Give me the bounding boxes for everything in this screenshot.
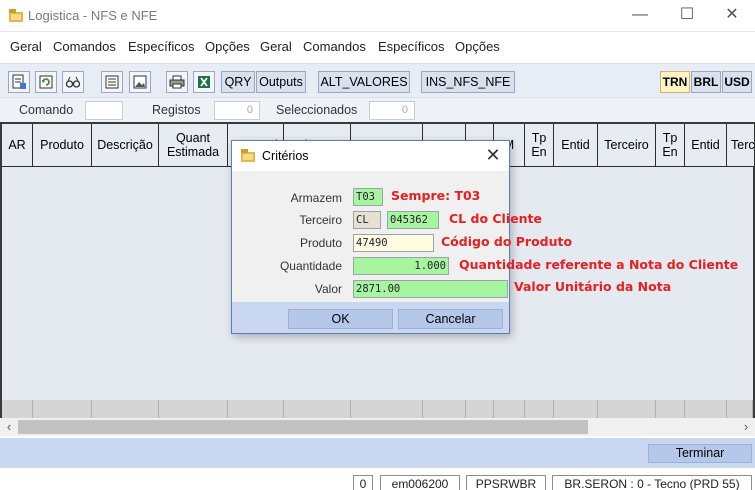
terminar-button[interactable]: Terminar: [648, 444, 752, 463]
dialog-title: Critérios: [262, 149, 309, 163]
menu-geral-2[interactable]: Geral: [260, 39, 292, 54]
annotation-quantidade: Quantidade referente a Nota do Cliente: [459, 257, 739, 272]
col-terceiro-2[interactable]: Terce: [727, 124, 755, 167]
col-terceiro[interactable]: Terceiro: [598, 124, 656, 167]
report-icon[interactable]: [101, 71, 123, 93]
footer-cell: [92, 400, 159, 420]
col-tp-en-2[interactable]: Tp En: [656, 124, 685, 167]
toolbar: QRY Outputs ALT_VALORES INS_NFS_NFE TRN …: [0, 63, 755, 98]
armazem-input[interactable]: T03: [353, 188, 383, 206]
footer-cell: [2, 400, 33, 420]
col-produto[interactable]: Produto: [33, 124, 92, 167]
footer-cell: [284, 400, 351, 420]
dialog-app-icon: [241, 149, 255, 162]
col-quant-estimada[interactable]: Quant Estimada: [159, 124, 228, 167]
comando-label: Comando: [19, 103, 74, 117]
image-icon[interactable]: [129, 71, 151, 93]
footer-cell: [228, 400, 284, 420]
status-bar: 0 em006200 PPSRWBR BR.SERON : 0 - Tecno …: [0, 468, 755, 490]
status-environment: PPSRWBR: [466, 475, 546, 490]
menu-opcoes[interactable]: Opções: [205, 39, 250, 54]
dialog-close-icon[interactable]: ✕: [481, 144, 505, 168]
footer-cell: [466, 400, 494, 420]
footer-cell: [423, 400, 466, 420]
menu-comandos-2[interactable]: Comandos: [303, 39, 366, 54]
quantidade-label: Quantidade: [279, 259, 342, 273]
footer-cell: [525, 400, 554, 420]
seleccionados-value: 0: [369, 101, 415, 120]
alt-valores-button[interactable]: ALT_VALORES: [318, 71, 410, 93]
menu-opcoes-2[interactable]: Opções: [455, 39, 500, 54]
annotation-armazem: Sempre: T03: [391, 188, 481, 203]
footer-cell: [656, 400, 685, 420]
footer-cell: [727, 400, 753, 420]
status-company: BR.SERON : 0 - Tecno (PRD 55): [552, 475, 752, 490]
cancelar-button[interactable]: Cancelar: [398, 309, 503, 329]
footer-cell: [33, 400, 92, 420]
terceiro-input[interactable]: 045362: [387, 211, 439, 229]
col-tp-en[interactable]: Tp En: [525, 124, 554, 167]
scroll-thumb[interactable]: [18, 420, 588, 434]
annotation-terceiro: CL do Cliente: [449, 211, 542, 226]
menu-bar: Geral Comandos Específicos Opções Geral …: [0, 32, 755, 61]
footer-cell: [494, 400, 525, 420]
valor-input[interactable]: 2871.00: [353, 280, 508, 298]
terceiro-label: Terceiro: [299, 213, 342, 227]
maximize-button[interactable]: ☐: [664, 0, 710, 32]
footer-cell: [351, 400, 423, 420]
print-icon[interactable]: [166, 71, 188, 93]
scroll-left-icon[interactable]: ‹: [0, 418, 18, 436]
registos-value: 0: [214, 101, 260, 120]
comando-input[interactable]: [85, 101, 123, 120]
scroll-right-icon[interactable]: ›: [737, 418, 755, 436]
title-bar: Logistica - NFS e NFE — ☐ ✕: [0, 0, 755, 32]
terceiro-type-input[interactable]: CL: [353, 211, 381, 229]
menu-comandos[interactable]: Comandos: [53, 39, 116, 54]
status-count: 0: [353, 475, 373, 490]
footer-cell: [598, 400, 656, 420]
currency-usd-button[interactable]: USD: [722, 71, 752, 93]
close-window-button[interactable]: ✕: [709, 0, 755, 32]
binoculars-icon[interactable]: [62, 71, 84, 93]
valor-label: Valor: [314, 282, 342, 296]
app-icon: [9, 9, 23, 22]
document-icon[interactable]: [8, 71, 30, 93]
menu-especificos-2[interactable]: Específicos: [378, 39, 444, 54]
outputs-button[interactable]: Outputs: [256, 71, 306, 93]
excel-icon[interactable]: [193, 71, 215, 93]
produto-label: Produto: [299, 236, 342, 250]
menu-especificos[interactable]: Específicos: [128, 39, 194, 54]
minimize-button[interactable]: —: [617, 0, 663, 32]
ins-nfs-nfe-button[interactable]: INS_NFS_NFE: [421, 71, 515, 93]
col-ar[interactable]: AR: [2, 124, 33, 167]
footer-cell: [554, 400, 598, 420]
seleccionados-label: Seleccionados: [276, 103, 358, 117]
refresh-icon[interactable]: [35, 71, 57, 93]
dialog-footer: OK Cancelar: [232, 302, 509, 333]
footer-cell: [685, 400, 727, 420]
qry-button[interactable]: QRY: [221, 71, 255, 93]
col-descricao[interactable]: Descrição: [92, 124, 159, 167]
annotation-produto: Código do Produto: [441, 234, 573, 249]
quantidade-input[interactable]: 1.000: [353, 257, 449, 275]
footer-cell: [159, 400, 228, 420]
ok-button[interactable]: OK: [288, 309, 393, 329]
col-entid[interactable]: Entid: [554, 124, 598, 167]
window-title: Logistica - NFS e NFE: [28, 8, 158, 23]
dialog-title-bar: Critérios ✕: [232, 141, 509, 171]
horizontal-scrollbar[interactable]: ‹ ›: [0, 418, 755, 436]
currency-brl-button[interactable]: BRL: [691, 71, 721, 93]
produto-input[interactable]: 47490: [353, 234, 434, 252]
status-user: em006200: [380, 475, 460, 490]
bottom-bar: Terminar: [0, 438, 755, 468]
currency-trn-button[interactable]: TRN: [660, 71, 690, 93]
col-entid-2[interactable]: Entid: [685, 124, 727, 167]
annotation-valor: Valor Unitário da Nota: [514, 279, 672, 294]
armazem-label: Armazem: [290, 191, 342, 205]
menu-geral[interactable]: Geral: [10, 39, 42, 54]
registos-label: Registos: [152, 103, 201, 117]
command-bar: Comando Registos 0 Seleccionados 0: [0, 98, 755, 122]
